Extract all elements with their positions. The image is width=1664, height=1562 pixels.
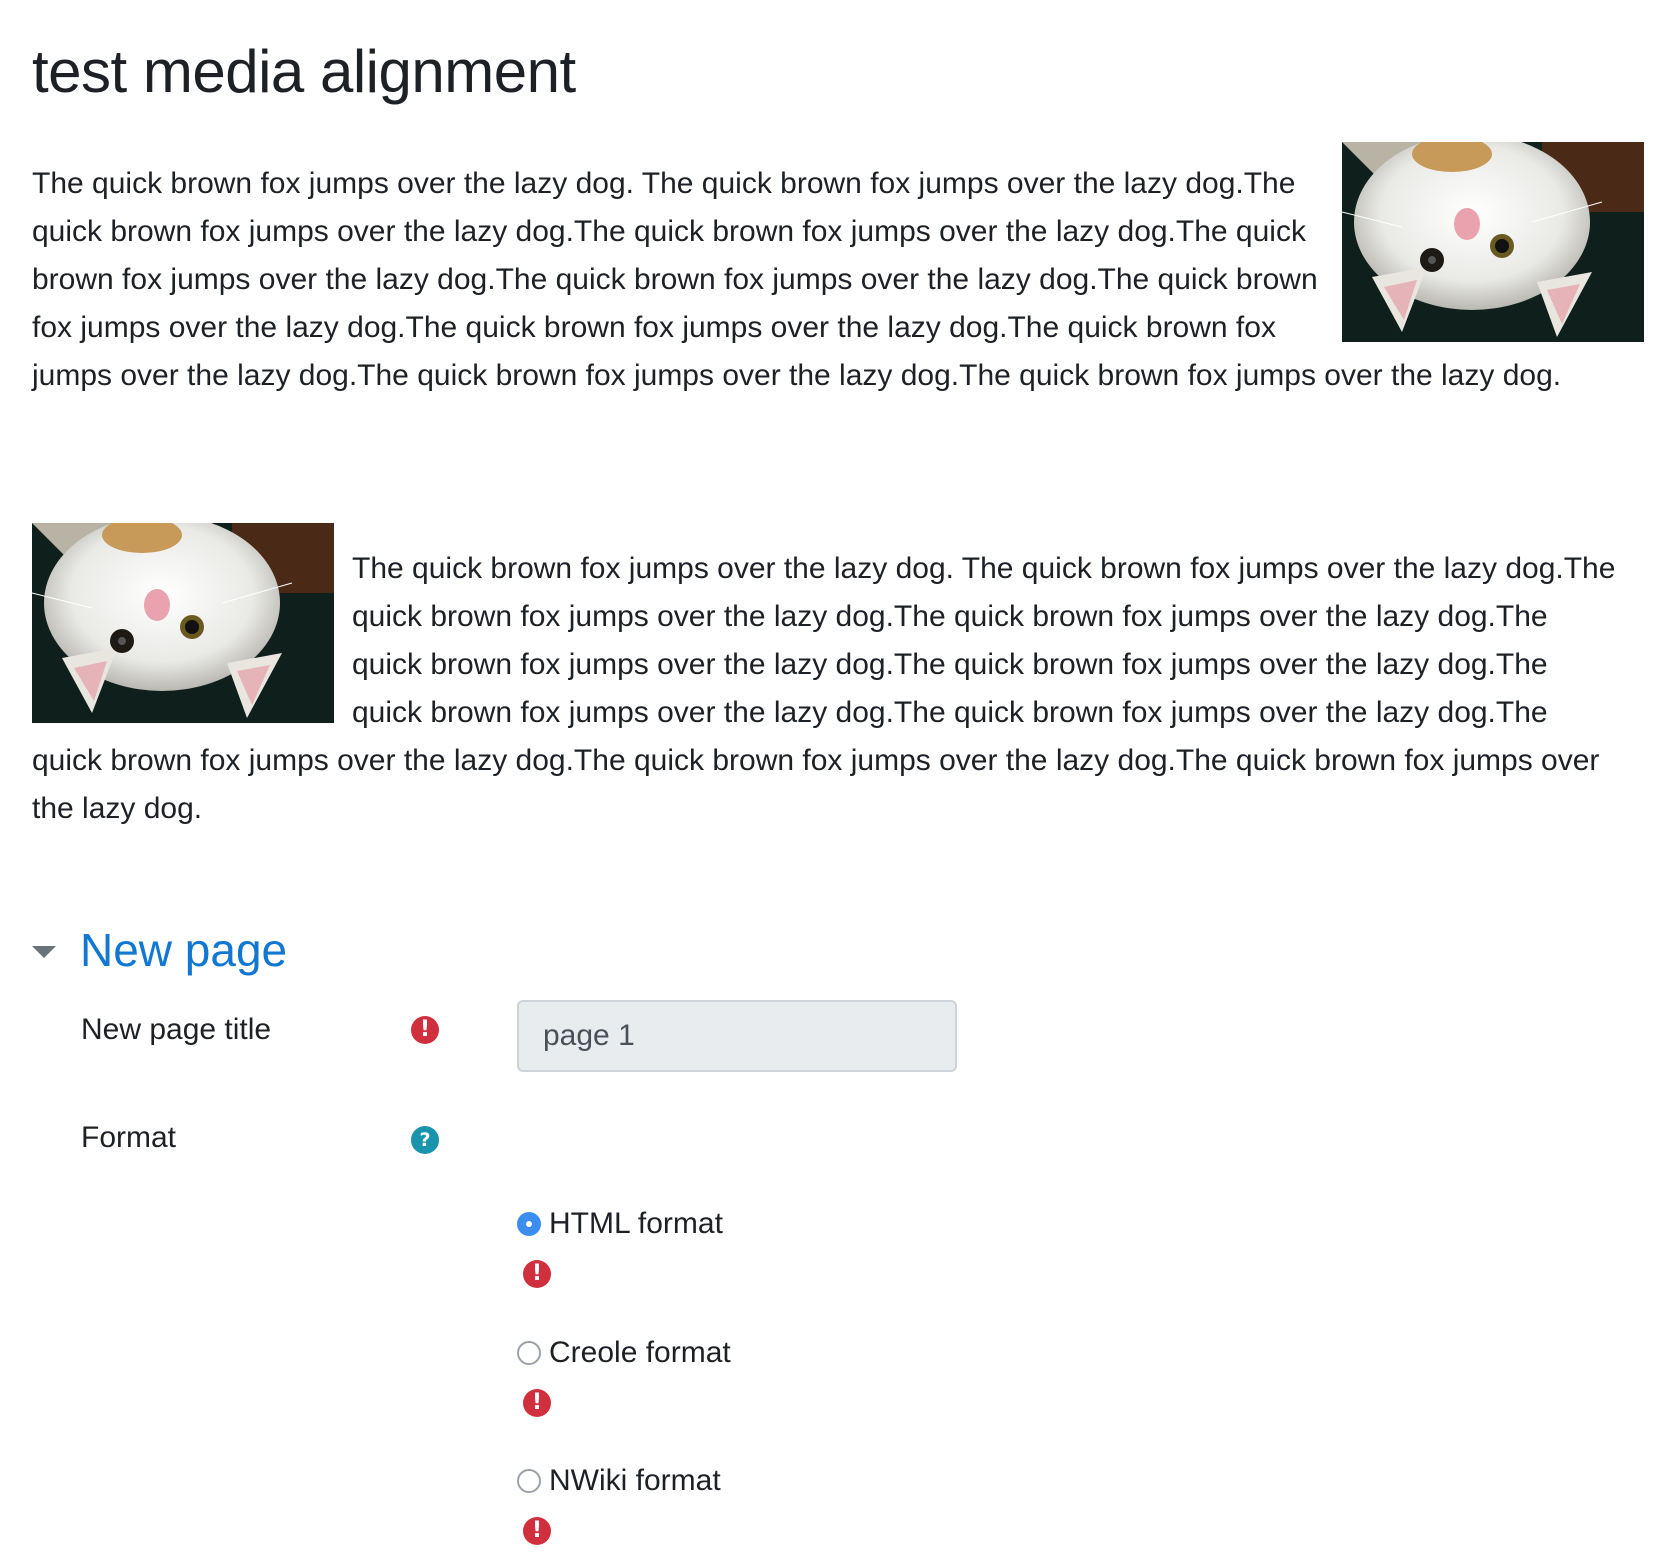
cat-image-left [32,523,334,723]
radio-label-creole[interactable]: Creole format [549,1333,731,1373]
exclamation-circle-icon: ! [411,1016,439,1044]
radio-label-html[interactable]: HTML format [549,1204,723,1244]
exclamation-circle-icon: ! [523,1389,551,1417]
exclamation-circle-icon: ! [523,1517,551,1545]
paragraph-image-left: The quick brown fox jumps over the lazy … [32,523,1622,833]
radio-nwiki-format[interactable]: NWiki format [517,1461,721,1501]
cat-photo [32,523,334,723]
radio-html-format[interactable]: HTML format [517,1204,723,1244]
section-header-new-page[interactable]: New page [32,920,287,980]
section-title[interactable]: New page [80,920,287,980]
page-title-label: New page title [81,1013,272,1046]
paragraph-image-right: The quick brown fox jumps over the lazy … [32,142,1644,400]
radio-button[interactable] [517,1469,541,1493]
question-circle-icon[interactable]: ? [411,1126,439,1154]
exclamation-circle-icon: ! [523,1260,551,1288]
format-label: Format [81,1121,177,1154]
page-title: test media alignment [32,38,576,105]
radio-label-nwiki[interactable]: NWiki format [549,1461,721,1501]
radio-button-checked[interactable] [517,1212,541,1236]
radio-button[interactable] [517,1341,541,1365]
caret-down-icon[interactable] [32,946,56,958]
paragraph-1-text: The quick brown fox jumps over the lazy … [32,167,1562,392]
cat-image-right [1342,142,1644,342]
cat-photo [1342,142,1644,342]
radio-creole-format[interactable]: Creole format [517,1333,731,1373]
page-title-input[interactable] [517,1000,957,1072]
